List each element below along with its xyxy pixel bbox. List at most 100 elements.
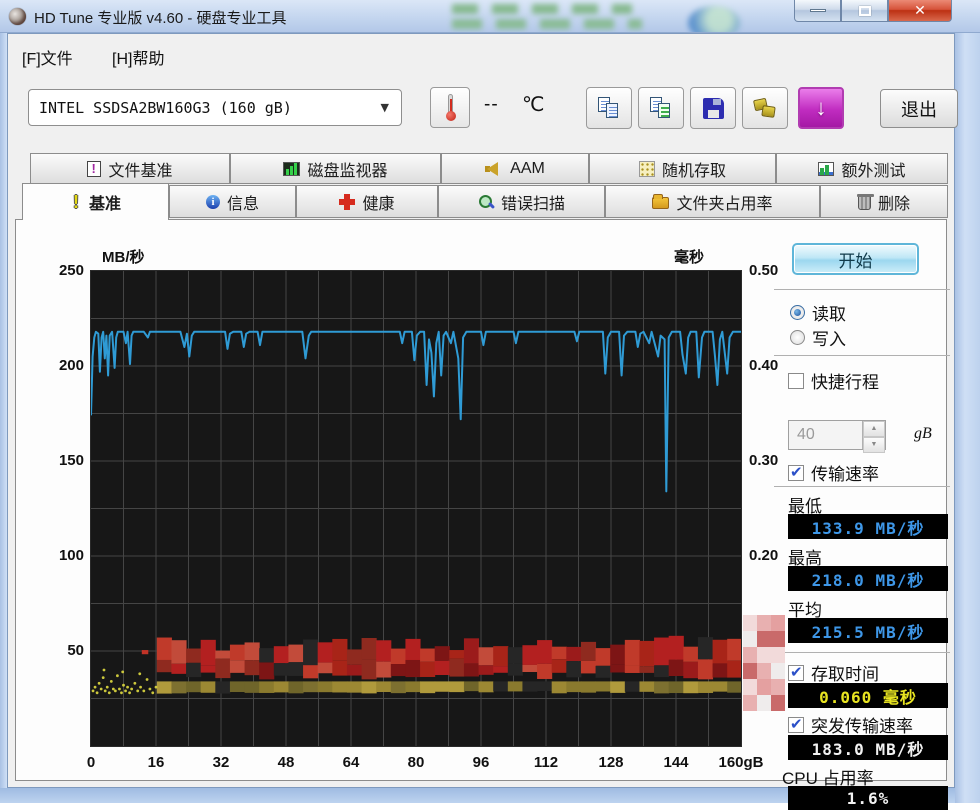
desktop-glass-blob <box>452 4 632 14</box>
divider <box>774 289 950 290</box>
menu-help[interactable]: [H]帮助 <box>112 45 164 69</box>
cpu-usage-display: 1.6% <box>788 786 948 810</box>
tab-folder-usage[interactable]: 文件夹占用率 <box>605 185 820 218</box>
axis-tick: 150 <box>58 452 84 469</box>
exit-button[interactable]: 退出 <box>880 89 958 128</box>
tab-disk-monitor[interactable]: 磁盘监视器 <box>230 153 441 184</box>
copy-screenshot-button[interactable] <box>638 87 684 129</box>
tab-label: 磁盘监视器 <box>307 162 388 180</box>
tab-label: 健康 <box>362 195 395 213</box>
axis-tick: 50 <box>67 642 84 659</box>
tab-benchmark[interactable]: ! 基准 <box>22 183 169 220</box>
title-bar[interactable]: HD Tune 专业版 v4.60 - 硬盘专业工具 ✕ <box>0 0 980 33</box>
update-download-button[interactable]: ↓ <box>798 87 844 129</box>
checkbox-checked-icon <box>788 663 804 681</box>
floppy-disk-icon <box>702 97 724 119</box>
checkbox-checked-icon <box>788 715 804 733</box>
random-access-icon <box>638 160 655 177</box>
chevron-down-icon: ▼ <box>380 101 389 114</box>
avg-value-display: 215.5 MB/秒 <box>788 618 948 643</box>
window-frame-right <box>955 33 980 803</box>
axis-tick: 80 <box>407 754 425 771</box>
temperature-value: -- <box>484 94 499 115</box>
radio-write-label: 写入 <box>812 330 846 349</box>
tab-label: 额外测试 <box>841 162 906 180</box>
tab-extra-tests[interactable]: 额外测试 <box>776 153 948 184</box>
menu-file[interactable]: [F]文件 <box>22 45 73 69</box>
radio-write[interactable]: 写入 <box>790 325 846 350</box>
axis-tick: 100 <box>58 547 84 564</box>
axis-tick: 0.50 <box>749 262 779 279</box>
close-button[interactable]: ✕ <box>888 0 952 22</box>
tab-label: 错误扫描 <box>500 195 565 213</box>
tab-label: 基准 <box>88 196 121 213</box>
benchmark-plot <box>90 270 742 747</box>
shortstroke-checkbox[interactable]: 快捷行程 <box>788 368 879 393</box>
access-time-label: 存取时间 <box>811 665 879 684</box>
axis-tick: 160gB <box>718 754 764 771</box>
shortstroke-label: 快捷行程 <box>811 373 879 392</box>
start-button[interactable]: 开始 <box>792 243 919 275</box>
drive-select-value: INTEL SSDSA2BW160G3 (160 gB) <box>39 98 292 117</box>
axis-tick: 48 <box>277 754 295 771</box>
axis-tick: 16 <box>147 754 165 771</box>
save-screenshot-button[interactable] <box>742 87 788 129</box>
thermometer-icon <box>446 94 456 122</box>
checkbox-checked-icon <box>788 463 804 481</box>
stepper-down-icon[interactable]: ▼ <box>863 437 885 453</box>
burst-rate-display: 183.0 MB/秒 <box>788 735 948 760</box>
minimize-icon <box>809 9 826 12</box>
burst-rate-label: 突发传输速率 <box>811 717 913 736</box>
desktop-glass-logo <box>688 6 740 32</box>
tab-info[interactable]: i 信息 <box>169 185 296 218</box>
drive-select[interactable]: INTEL SSDSA2BW160G3 (160 gB) ▼ <box>28 89 402 126</box>
copy-text-button[interactable] <box>586 87 632 129</box>
window-title: HD Tune 专业版 v4.60 - 硬盘专业工具 <box>34 10 287 27</box>
tab-aam[interactable]: AAM <box>441 153 589 184</box>
axis-tick: 96 <box>472 754 490 771</box>
burst-rate-checkbox[interactable]: 突发传输速率 <box>788 712 913 737</box>
benchmark-icon: ! <box>72 192 79 212</box>
magnifier-icon <box>478 194 494 210</box>
tab-random-access[interactable]: 随机存取 <box>589 153 776 184</box>
speaker-icon <box>485 161 503 176</box>
benchmark-page: MB/秒 毫秒 250 200 150 100 50 0.50 0.40 0.30 0.20 0 1… <box>15 219 950 810</box>
tab-file-benchmark[interactable]: 文件基准 <box>30 153 230 184</box>
access-time-display: 0.060 毫秒 <box>788 683 948 708</box>
divider <box>774 355 950 356</box>
health-cross-icon <box>339 193 356 210</box>
client-area: [F]文件 [H]帮助 INTEL SSDSA2BW160G3 (160 gB)… <box>7 33 958 810</box>
stepper-up-icon[interactable]: ▲ <box>863 421 885 437</box>
tab-label: 信息 <box>226 195 259 213</box>
axis-tick: 32 <box>212 754 230 771</box>
axis-tick: 0 <box>86 754 96 771</box>
maximize-button[interactable] <box>841 0 888 22</box>
censor-overflow-mosaic <box>743 615 785 711</box>
tab-health[interactable]: 健康 <box>296 185 438 218</box>
max-value-display: 218.0 MB/秒 <box>788 566 948 591</box>
divider <box>774 486 950 487</box>
tab-error-scan[interactable]: 错误扫描 <box>438 185 605 218</box>
access-time-checkbox[interactable]: 存取时间 <box>788 660 879 685</box>
save-button[interactable] <box>690 87 736 129</box>
axis-tick: 200 <box>58 357 84 374</box>
shortstroke-stepper[interactable]: ▲ ▼ <box>862 421 885 453</box>
file-benchmark-icon <box>87 160 102 177</box>
tab-label: 文件基准 <box>108 162 173 180</box>
tab-label: 删除 <box>877 195 910 213</box>
tab-delete[interactable]: 删除 <box>820 185 948 218</box>
minimize-button[interactable] <box>794 0 841 22</box>
axis-tick: 144 <box>663 754 689 771</box>
trash-icon <box>856 193 874 210</box>
app-window: HD Tune 专业版 v4.60 - 硬盘专业工具 ✕ [F]文件 [H]帮助… <box>0 0 980 810</box>
tab-label: 文件夹占用率 <box>676 195 773 213</box>
transfer-rate-checkbox[interactable]: 传输速率 <box>788 460 879 485</box>
disk-monitor-icon <box>283 161 301 176</box>
desktop-glass-blob <box>452 19 642 29</box>
temperature-button[interactable] <box>430 87 470 128</box>
radio-read[interactable]: 读取 <box>790 300 846 325</box>
shortstroke-unit: gB <box>914 425 932 442</box>
extra-tests-icon <box>818 161 835 176</box>
tab-label: 随机存取 <box>661 162 726 180</box>
window-frame-left <box>0 33 7 788</box>
